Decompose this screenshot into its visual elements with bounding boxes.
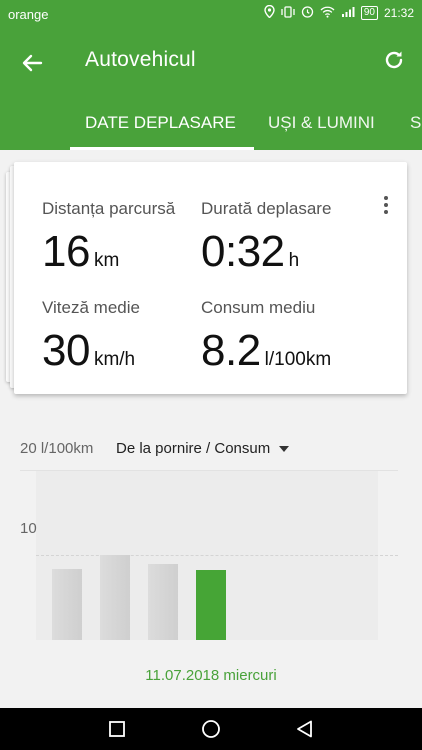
more-vert-icon bbox=[383, 196, 389, 214]
home-button[interactable] bbox=[200, 718, 222, 740]
status-bar: orange 90 21:32 bbox=[0, 0, 422, 28]
circle-icon bbox=[202, 720, 220, 738]
metric-label: Viteză medie bbox=[42, 298, 140, 317]
triangle-back-icon bbox=[297, 720, 312, 738]
status-icons: 90 21:32 bbox=[264, 4, 414, 21]
arrow-left-icon bbox=[22, 54, 43, 72]
metric-unit: km/h bbox=[93, 349, 136, 370]
page-title: Autovehicul bbox=[85, 48, 196, 71]
metric-distance: Distanța parcursă 16 km bbox=[42, 199, 175, 277]
more-options-button[interactable] bbox=[383, 196, 389, 216]
wifi-icon bbox=[320, 6, 335, 21]
chart-bar[interactable] bbox=[148, 564, 178, 640]
metric-unit: km bbox=[93, 250, 120, 271]
metric-unit: h bbox=[288, 250, 300, 271]
battery-icon: 90 bbox=[360, 6, 378, 20]
metric-label: Distanța parcursă bbox=[42, 199, 176, 218]
metric-avg-speed: Viteză medie 30 km/h bbox=[42, 298, 140, 376]
vibrate-icon bbox=[281, 5, 295, 21]
metric-label: Consum mediu bbox=[201, 298, 316, 317]
tab-indicator bbox=[70, 147, 254, 150]
tab-usi-lumini[interactable]: UȘI & LUMINI bbox=[268, 113, 375, 133]
metric-avg-consumption: Consum mediu 8.2 l/100km bbox=[201, 298, 331, 376]
tab-date-deplasare[interactable]: DATE DEPLASARE bbox=[85, 113, 236, 133]
signal-icon bbox=[341, 6, 355, 21]
back-button[interactable] bbox=[18, 48, 48, 78]
metric-value: 8.2 bbox=[201, 326, 261, 375]
metric-duration: Durată deplasare 0:32 h bbox=[201, 199, 331, 277]
tab-next-partial[interactable]: S bbox=[410, 113, 421, 133]
recents-button[interactable] bbox=[106, 718, 128, 740]
refresh-icon bbox=[385, 51, 403, 69]
metric-value: 16 bbox=[42, 227, 90, 276]
app-bar: Autovehicul DATE DEPLASARE UȘI & LUMINI … bbox=[0, 28, 422, 150]
refresh-button[interactable] bbox=[382, 48, 406, 72]
alarm-icon bbox=[301, 5, 314, 21]
clock: 21:32 bbox=[383, 6, 414, 20]
trip-date: 11.07.2018 miercuri bbox=[145, 667, 277, 684]
trip-summary-card[interactable]: Distanța parcursă 16 km Durată deplasare … bbox=[14, 162, 407, 394]
back-nav-button[interactable] bbox=[294, 718, 316, 740]
carrier-name: orange bbox=[8, 7, 49, 22]
metric-value: 0:32 bbox=[201, 227, 285, 276]
tab-bar: DATE DEPLASARE UȘI & LUMINI S bbox=[0, 100, 422, 150]
chart-bar[interactable] bbox=[100, 555, 130, 640]
metric-unit: l/100km bbox=[264, 349, 332, 370]
chart-bar[interactable] bbox=[196, 570, 226, 640]
square-icon bbox=[109, 721, 125, 737]
location-icon bbox=[264, 4, 275, 21]
consumption-chart: 20 l/100km De la pornire / Consum 10 11.… bbox=[0, 430, 422, 700]
chart-bar[interactable] bbox=[52, 569, 82, 640]
system-nav-bar bbox=[0, 708, 422, 750]
metric-value: 30 bbox=[42, 326, 90, 375]
metric-label: Durată deplasare bbox=[201, 199, 332, 218]
chart-bars bbox=[0, 430, 422, 640]
